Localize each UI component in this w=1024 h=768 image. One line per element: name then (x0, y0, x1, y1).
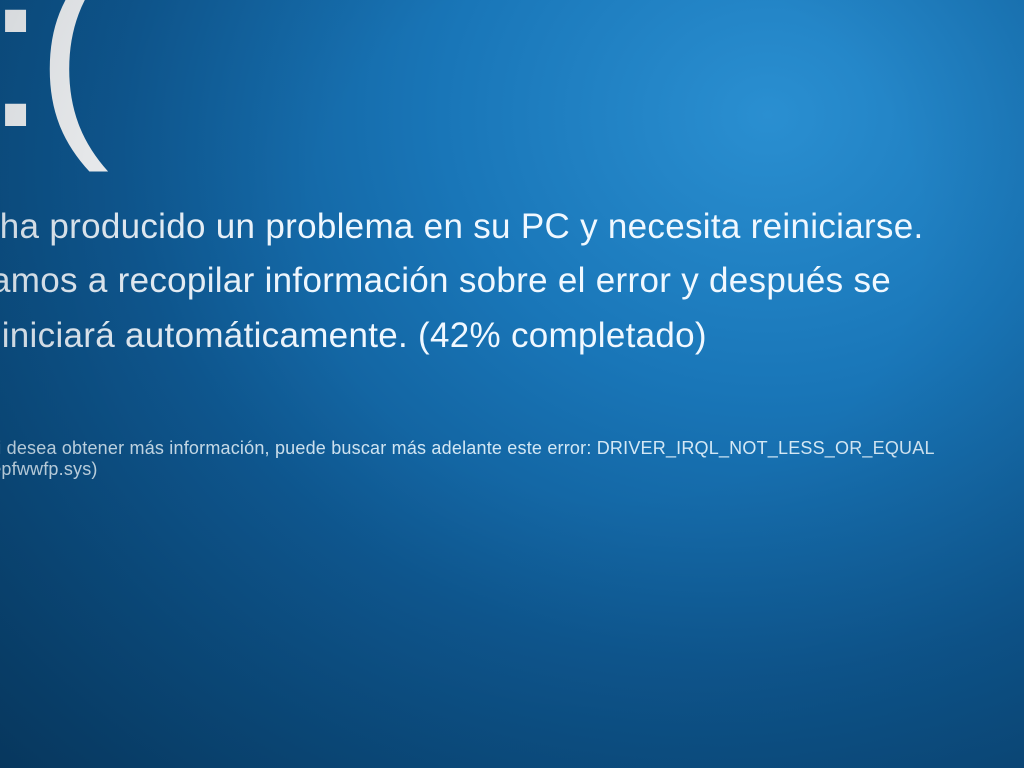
error-info-text: Si desea obtener más información, puede … (0, 438, 1024, 480)
message-line-3: reiniciará automáticamente. (42% complet… (0, 316, 707, 355)
frown-emoticon: :( (0, 0, 1024, 160)
message-line-1: e ha producido un problema en su PC y ne… (0, 207, 924, 246)
message-line-2: Vamos a recopilar información sobre el e… (0, 261, 891, 300)
error-message: e ha producido un problema en su PC y ne… (0, 200, 1024, 363)
bsod-screen: :( e ha producido un problema en su PC y… (0, 0, 1024, 480)
